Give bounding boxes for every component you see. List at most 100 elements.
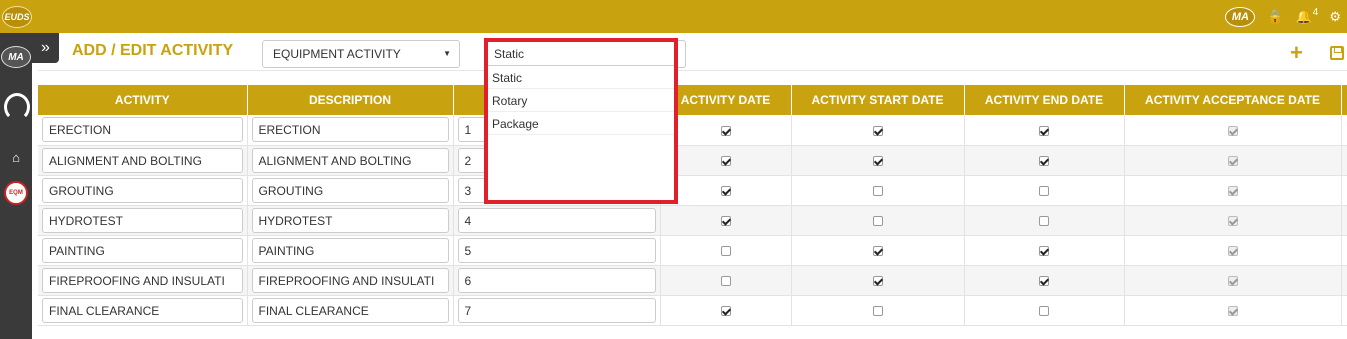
description-input[interactable]: ALIGNMENT AND BOLTING	[251, 147, 449, 173]
column-header[interactable]: DESCRIPTION	[247, 85, 454, 115]
extra-cell	[1341, 205, 1347, 236]
activity-acceptance-date-checkbox	[1227, 245, 1238, 256]
activity-date-checkbox[interactable]	[720, 125, 731, 136]
top-bar: EUDS MA 🔒 🔔4 ⚙	[0, 0, 1347, 33]
activity-acceptance-date-cell	[1124, 145, 1342, 176]
activity-acceptance-date-checkbox	[1227, 155, 1238, 166]
activity-end-date-checkbox[interactable]	[1039, 245, 1049, 256]
description-input[interactable]: GROUTING	[251, 177, 449, 203]
page-title: ADD / EDIT ACTIVITY	[72, 42, 234, 59]
user-avatar[interactable]: MA	[1225, 6, 1256, 27]
headset-icon[interactable]	[4, 93, 30, 121]
table-row: ERECTION ERECTION 1	[38, 115, 1347, 146]
activity-start-date-checkbox[interactable]	[872, 245, 883, 256]
order-input[interactable]: 6	[457, 267, 656, 293]
activity-cell: ALIGNMENT AND BOLTING	[38, 145, 248, 176]
column-header[interactable]: ACTIVITY	[38, 85, 248, 115]
column-header[interactable]: ACTIVITY DATE	[660, 85, 792, 115]
activity-input[interactable]: HYDROTEST	[42, 207, 243, 233]
activity-start-date-cell	[791, 175, 965, 206]
description-input[interactable]: HYDROTEST	[251, 207, 449, 233]
activity-cell: GROUTING	[38, 175, 248, 206]
activity-type-select[interactable]: EQUIPMENT ACTIVITY ▼	[262, 40, 460, 68]
description-cell: ALIGNMENT AND BOLTING	[247, 145, 454, 176]
settings-icon[interactable]: ⚙	[1329, 9, 1341, 25]
subtype-dropdown[interactable]: Static Static Rotary Package	[484, 38, 678, 204]
dropdown-option[interactable]: Rotary	[488, 89, 674, 112]
activity-input[interactable]: GROUTING	[42, 177, 243, 203]
eqm-text: EQM	[9, 190, 23, 196]
dropdown-option[interactable]: Static	[488, 66, 674, 89]
activity-input[interactable]: ALIGNMENT AND BOLTING	[42, 147, 243, 173]
order-input[interactable]: 5	[457, 237, 656, 263]
activity-input[interactable]: PAINTING	[42, 237, 243, 263]
activity-end-date-checkbox[interactable]	[1039, 185, 1049, 196]
activity-end-date-checkbox[interactable]	[1039, 155, 1049, 166]
activity-cell: PAINTING	[38, 235, 248, 266]
activity-date-checkbox[interactable]	[720, 155, 731, 166]
eqm-module-icon[interactable]: EQM	[4, 181, 28, 205]
bell-icon[interactable]: 🔔4	[1296, 7, 1319, 25]
activity-input[interactable]: ERECTION	[42, 117, 243, 143]
dropdown-option[interactable]: Package	[488, 112, 674, 135]
order-cell: 7	[453, 295, 661, 326]
add-button[interactable]: +	[1290, 40, 1303, 66]
column-header[interactable]: ACTIVITY END DATE	[964, 85, 1125, 115]
activity-acceptance-date-checkbox	[1227, 185, 1238, 196]
activity-date-checkbox[interactable]	[720, 275, 731, 286]
description-cell: HYDROTEST	[247, 205, 454, 236]
column-header[interactable]: ACTIVITY START DATE	[791, 85, 965, 115]
home-icon[interactable]: ⌂	[0, 145, 32, 169]
activity-input[interactable]: FINAL CLEARANCE	[42, 297, 243, 323]
sidebar-user-avatar[interactable]: MA	[1, 46, 31, 68]
lock-icon[interactable]: 🔒	[1267, 9, 1283, 25]
activity-date-checkbox[interactable]	[720, 215, 731, 226]
save-icon[interactable]	[1330, 46, 1344, 60]
description-input[interactable]: FIREPROOFING AND INSULATI	[251, 267, 449, 293]
activity-acceptance-date-cell	[1124, 205, 1342, 236]
description-cell: ERECTION	[247, 115, 454, 146]
activity-input[interactable]: FIREPROOFING AND INSULATI	[42, 267, 243, 293]
activity-date-checkbox[interactable]	[720, 305, 731, 316]
activity-start-date-checkbox[interactable]	[872, 125, 883, 136]
column-header[interactable]: ACTIVITY ACCEPTANCE DATE	[1124, 85, 1342, 115]
description-input[interactable]: PAINTING	[251, 237, 449, 263]
activity-start-date-checkbox[interactable]	[872, 155, 883, 166]
activity-date-checkbox[interactable]	[720, 185, 731, 196]
activity-start-date-checkbox[interactable]	[872, 215, 883, 226]
activity-start-date-cell	[791, 295, 965, 326]
activity-cell: ERECTION	[38, 115, 248, 146]
extra-cell	[1341, 295, 1347, 326]
activity-end-date-checkbox[interactable]	[1039, 305, 1049, 316]
expand-sidebar-button[interactable]: »	[32, 33, 59, 63]
description-input[interactable]: FINAL CLEARANCE	[251, 297, 449, 323]
activity-date-checkbox[interactable]	[720, 245, 731, 256]
table-row: FINAL CLEARANCE FINAL CLEARANCE 7	[38, 295, 1347, 326]
activity-end-date-checkbox[interactable]	[1039, 275, 1049, 286]
activity-start-date-checkbox[interactable]	[872, 185, 883, 196]
app-logo[interactable]: EUDS	[2, 6, 32, 28]
table-row: FIREPROOFING AND INSULATI FIREPROOFING AN…	[38, 265, 1347, 296]
dropdown-current-value[interactable]: Static	[488, 42, 674, 66]
column-header-extra	[1341, 85, 1347, 115]
activity-cell: HYDROTEST	[38, 205, 248, 236]
activity-start-date-checkbox[interactable]	[872, 275, 883, 286]
activity-end-date-checkbox[interactable]	[1039, 215, 1049, 226]
activity-start-date-checkbox[interactable]	[872, 305, 883, 316]
activity-end-date-cell	[964, 175, 1125, 206]
activity-start-date-cell	[791, 205, 965, 236]
activity-end-date-cell	[964, 295, 1125, 326]
activity-date-cell	[660, 235, 792, 266]
activity-end-date-cell	[964, 145, 1125, 176]
order-cell: 5	[453, 235, 661, 266]
activity-acceptance-date-cell	[1124, 175, 1342, 206]
table-row: GROUTING GROUTING 3	[38, 175, 1347, 206]
activity-end-date-checkbox[interactable]	[1039, 125, 1049, 136]
activity-acceptance-date-cell	[1124, 295, 1342, 326]
order-cell: 4	[453, 205, 661, 236]
description-input[interactable]: ERECTION	[251, 117, 449, 143]
activity-cell: FINAL CLEARANCE	[38, 295, 248, 326]
activity-date-cell	[660, 265, 792, 296]
order-input[interactable]: 7	[457, 297, 656, 323]
order-input[interactable]: 4	[457, 207, 656, 233]
